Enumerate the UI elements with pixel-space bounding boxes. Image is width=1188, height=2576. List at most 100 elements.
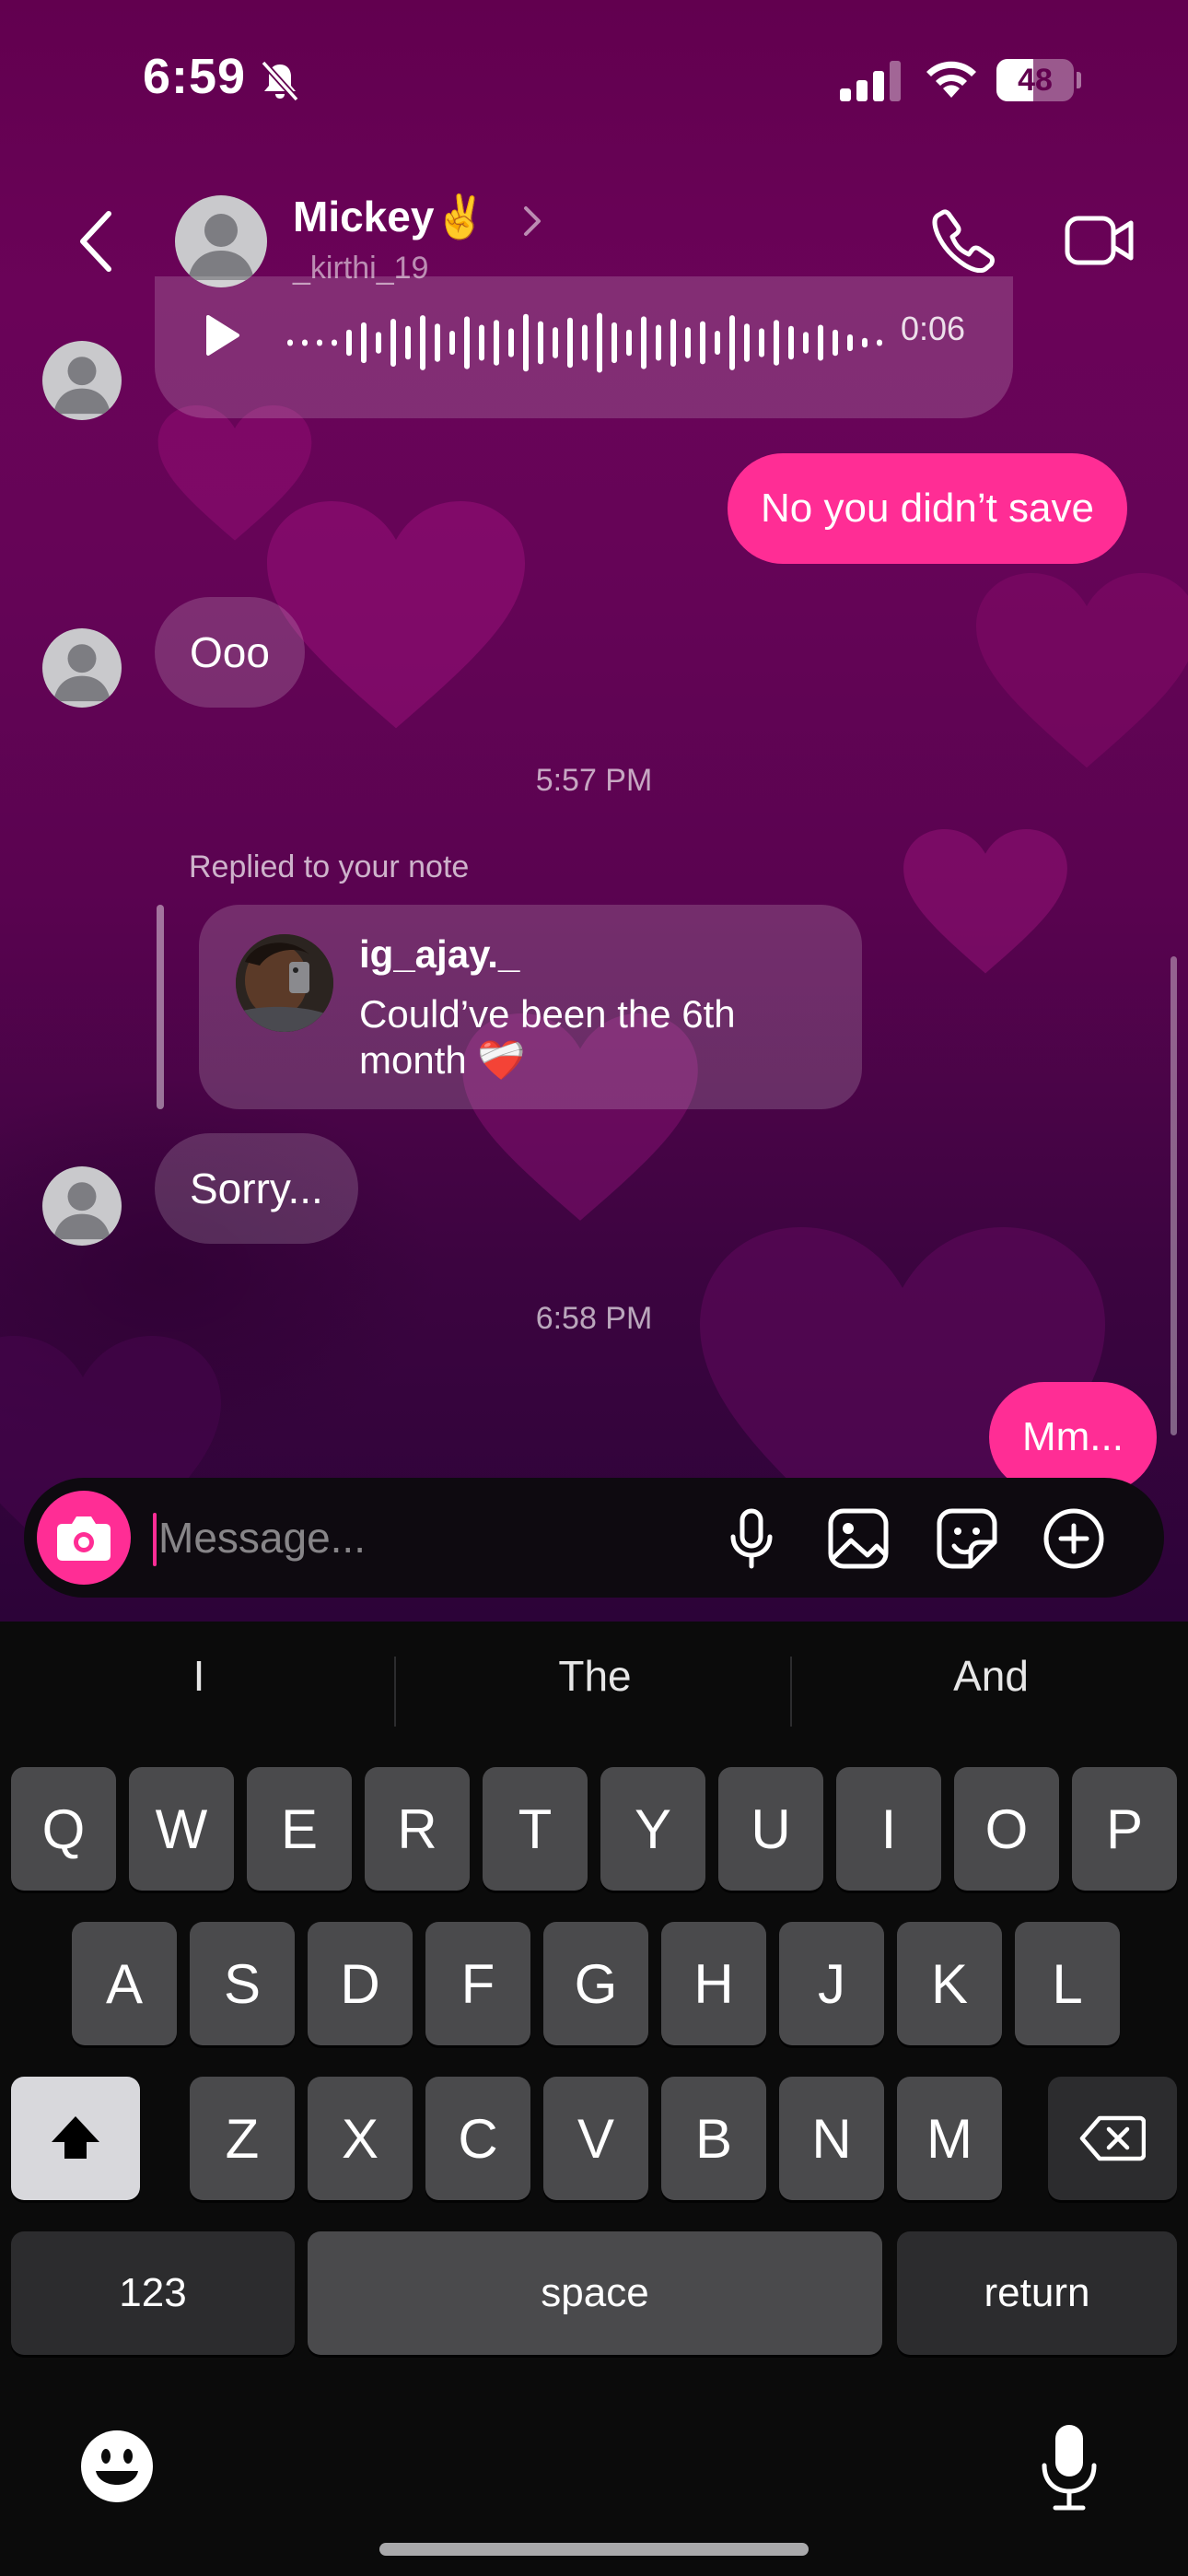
waveform-bar (390, 319, 396, 367)
key[interactable]: L (1015, 1922, 1120, 2045)
key[interactable]: A (72, 1922, 177, 2045)
suggestion[interactable]: I (6, 1651, 392, 1701)
waveform-bar (833, 329, 838, 357)
waveform-bar (803, 332, 809, 354)
key[interactable]: G (543, 1922, 648, 2045)
waveform-bar (597, 312, 602, 373)
key[interactable]: W (129, 1767, 234, 1891)
home-indicator[interactable] (379, 2543, 809, 2556)
chevron-right-icon[interactable] (521, 205, 543, 238)
waveform-bar (715, 331, 720, 355)
key[interactable]: V (543, 2077, 648, 2200)
key[interactable]: K (897, 1922, 1002, 2045)
reply-label: Replied to your note (189, 849, 470, 884)
suggestion[interactable]: The (402, 1651, 788, 1701)
waveform-bar (877, 339, 882, 346)
waveform-bar (420, 315, 425, 370)
message-input[interactable] (158, 1505, 711, 1570)
voice-duration: 0:06 (901, 310, 966, 347)
waveform-bar (494, 320, 499, 366)
waveform-bar (744, 323, 750, 362)
status-bar: 6:59 48 (0, 0, 1188, 157)
wifi-icon (926, 61, 976, 98)
key[interactable]: R (365, 1767, 470, 1891)
waveform-bar (376, 332, 381, 354)
waveform-bar (788, 325, 794, 360)
incoming-message[interactable]: Sorry... (155, 1133, 358, 1244)
suggestion[interactable]: And (798, 1651, 1184, 1701)
key[interactable]: J (779, 1922, 884, 2045)
space-key[interactable]: space (308, 2231, 882, 2355)
heart-decoration (976, 573, 1188, 768)
avatar[interactable] (42, 628, 122, 708)
voice-message[interactable]: 0:06 (155, 276, 1013, 418)
waveform-bar (670, 319, 676, 367)
contact-name[interactable]: Mickey✌️ (293, 192, 487, 242)
back-button[interactable] (72, 208, 123, 275)
key[interactable]: U (718, 1767, 823, 1891)
key[interactable]: C (425, 2077, 530, 2200)
camera-button[interactable] (37, 1491, 131, 1585)
waveform-bar (332, 339, 337, 346)
key[interactable]: X (308, 2077, 413, 2200)
key[interactable]: Y (600, 1767, 705, 1891)
key[interactable]: M (897, 2077, 1002, 2200)
waveform-bar (464, 316, 470, 369)
shift-icon (52, 2116, 99, 2159)
numbers-key[interactable]: 123 (11, 2231, 295, 2355)
play-icon[interactable] (199, 313, 243, 357)
key[interactable]: E (247, 1767, 352, 1891)
return-key[interactable]: return (897, 2231, 1177, 2355)
plus-icon[interactable] (1041, 1505, 1107, 1572)
shift-key[interactable] (11, 2077, 140, 2200)
key[interactable]: B (661, 2077, 766, 2200)
waveform-bar (287, 339, 293, 346)
key[interactable]: N (779, 2077, 884, 2200)
camera-icon (57, 1516, 111, 1561)
message-composer (24, 1478, 1164, 1598)
key[interactable]: F (425, 1922, 530, 2045)
waveform-bar (700, 321, 705, 365)
dictation-microphone-icon[interactable] (1037, 2423, 1101, 2512)
key[interactable]: O (954, 1767, 1059, 1891)
waveform-bar (729, 315, 735, 370)
waveform-bar (508, 328, 514, 357)
waveform-bar (611, 322, 617, 364)
avatar[interactable] (42, 341, 122, 420)
sticker-icon[interactable] (934, 1505, 1000, 1572)
header-avatar[interactable] (175, 195, 267, 287)
gallery-icon[interactable] (825, 1505, 891, 1572)
waveform-bar (435, 323, 440, 362)
waveform-bar (582, 324, 588, 361)
default-avatar-icon (53, 357, 111, 415)
outgoing-message[interactable]: No you didn’t save (728, 453, 1127, 564)
key[interactable]: P (1072, 1767, 1177, 1891)
delete-key[interactable] (1048, 2077, 1177, 2200)
key[interactable]: Z (190, 2077, 295, 2200)
key[interactable]: T (483, 1767, 588, 1891)
outgoing-message[interactable]: Mm... (989, 1382, 1157, 1493)
waveform-bar (641, 316, 646, 369)
waveform-bar (774, 320, 779, 366)
avatar[interactable] (42, 1166, 122, 1246)
scrollbar[interactable] (1171, 956, 1177, 1435)
heart-decoration (157, 405, 312, 541)
microphone-icon[interactable] (718, 1505, 785, 1572)
key[interactable]: Q (11, 1767, 116, 1891)
note-reply-card[interactable]: ig_ajay._ Could’ve been the 6th month ❤️… (199, 905, 862, 1109)
key[interactable]: S (190, 1922, 295, 2045)
key[interactable]: I (836, 1767, 941, 1891)
video-call-button[interactable] (1065, 214, 1135, 267)
emoji-icon[interactable] (79, 2429, 155, 2504)
waveform-bar (567, 317, 573, 369)
divider (790, 1657, 792, 1727)
waveform-bar (302, 339, 308, 346)
key[interactable]: D (308, 1922, 413, 2045)
battery-level: 48 (1018, 63, 1053, 98)
waveform-bar (685, 327, 691, 358)
keyboard: I The And Q W E R T Y U I O P A S D F G … (0, 1622, 1188, 2576)
phone-call-button[interactable] (932, 208, 996, 273)
timestamp: 6:58 PM (535, 1301, 653, 1336)
incoming-message[interactable]: Ooo (155, 597, 305, 708)
key[interactable]: H (661, 1922, 766, 2045)
